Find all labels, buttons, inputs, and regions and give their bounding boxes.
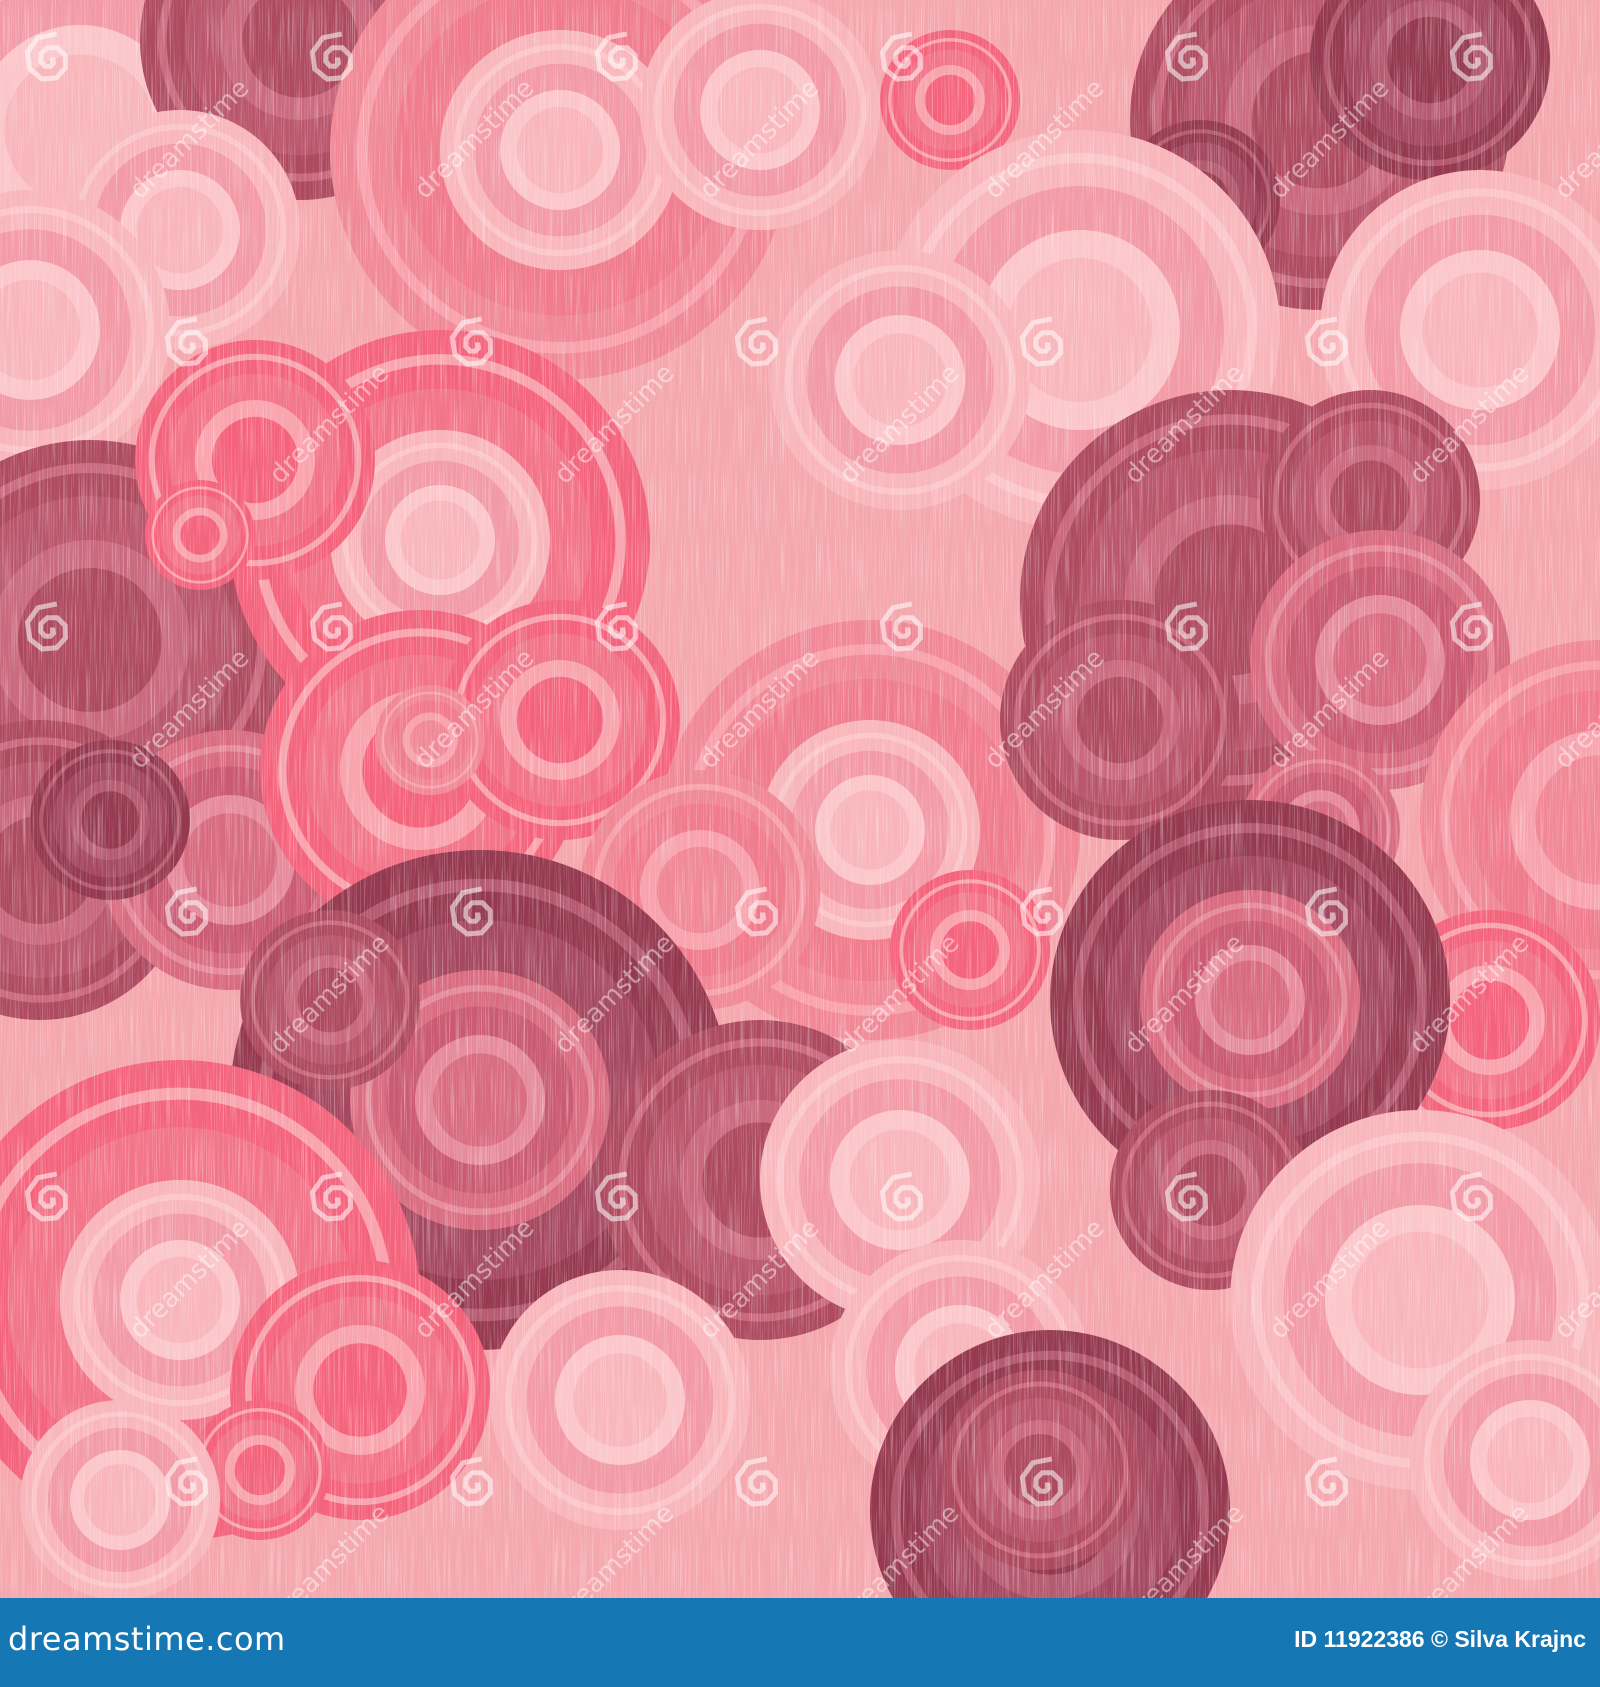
footer-bar: dreamstime.com ID 11922386 © Silva Krajn… xyxy=(0,1598,1600,1687)
grunge-texture xyxy=(0,0,1600,1598)
abstract-circles-artwork: dreamstime dreamstime dreamstime dreamstime… xyxy=(0,0,1600,1598)
footer-credit: ID 11922386 © Silva Krajnc xyxy=(1294,1626,1586,1652)
footer-brand[interactable]: dreamstime.com xyxy=(8,1620,286,1658)
footer-brand-text: dreamstime.com xyxy=(8,1620,286,1658)
